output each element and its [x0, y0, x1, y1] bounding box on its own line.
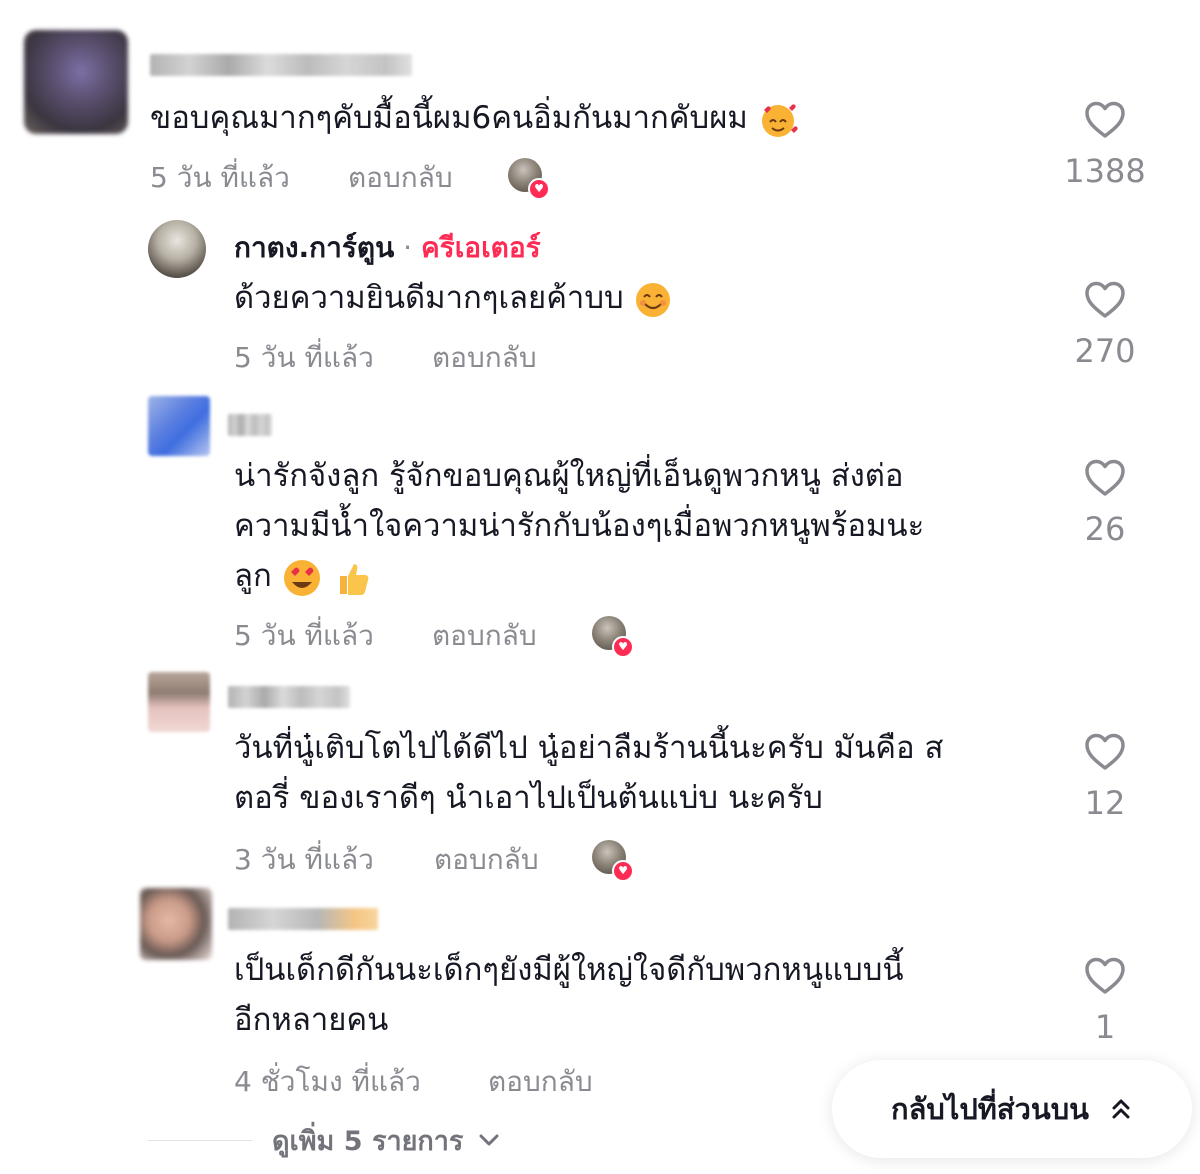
heart-icon[interactable]: [1083, 956, 1127, 996]
creator-badge: ครีเอเตอร์: [420, 231, 541, 264]
view-more-replies[interactable]: ดูเพิ่ม 5 รายการ: [148, 1120, 501, 1160]
smiling-face-icon: [635, 282, 670, 317]
back-to-top-button[interactable]: กลับไปที่ส่วนบน: [832, 1060, 1192, 1158]
like-count: 1: [1094, 1008, 1116, 1046]
comment-text-line: ลูก: [234, 550, 372, 602]
comment-header: กาตง.การ์ตูน · ครีเอเตอร์: [234, 226, 541, 270]
separator: ·: [403, 231, 413, 264]
chevron-down-icon: [479, 1134, 499, 1146]
comment-time: 5 วัน ที่แล้ว: [150, 161, 290, 194]
heart-icon[interactable]: [1083, 732, 1127, 772]
reply-button[interactable]: ตอบกลับ: [348, 156, 453, 200]
reply-button[interactable]: ตอบกลับ: [434, 838, 539, 882]
comment-time: 3 วัน ที่แล้ว: [234, 843, 374, 876]
view-more-label: ดูเพิ่ม 5 รายการ: [272, 1125, 464, 1157]
comment-text-line: เป็นเด็กดีกันนะเด็กๆยังมีผู้ใหญ่ใจดีกับพ…: [234, 952, 904, 988]
avatar[interactable]: [148, 396, 210, 456]
author-name[interactable]: กาตง.การ์ตูน: [234, 231, 394, 264]
heart-badge-icon: ♥: [612, 860, 634, 882]
like-count: 1388: [1064, 152, 1146, 190]
comment-time: 5 วัน ที่แล้ว: [234, 341, 374, 374]
comment-text-line: อีกหลายคน: [234, 1002, 389, 1038]
like-count: 26: [1084, 510, 1126, 548]
back-to-top-label: กลับไปที่ส่วนบน: [891, 1092, 1089, 1126]
comment-text: ขอบคุณมากๆคับมื้อนี้ผม6คนอิ่มกันมากคับผม: [150, 92, 798, 144]
blurred-username[interactable]: [228, 908, 378, 930]
reply-button[interactable]: ตอบกลับ: [432, 336, 537, 380]
reply-button[interactable]: ตอบกลับ: [432, 614, 537, 658]
comment-time: 4 ชั่วโมง ที่แล้ว: [234, 1065, 421, 1098]
comment-text: ด้วยความยินดีมากๆเลยค้าบบ: [234, 272, 672, 324]
comment-text-line: ตอรี่ ของเราดีๆ นำเอาไปเป็นต้นแบ่บ นะครั…: [234, 780, 823, 816]
heart-badge-icon: ♥: [528, 178, 550, 200]
double-chevron-up-icon: [1112, 1099, 1130, 1119]
comment-text-line: ความมีน้ำใจความน่ารักกับน้องๆเมื่อพวกหนู…: [234, 508, 925, 544]
heart-eyes-icon: [283, 559, 320, 596]
avatar[interactable]: [148, 220, 206, 278]
like-count: 12: [1084, 784, 1126, 822]
comment-text-line: น่ารักจังลูก รู้จักขอบคุณผู้ใหญ่ที่เอ็นด…: [234, 458, 904, 494]
avatar[interactable]: [140, 888, 212, 960]
blurred-username[interactable]: [228, 686, 350, 708]
avatar[interactable]: [24, 30, 128, 134]
smiling-face-with-hearts-icon: [761, 103, 798, 137]
divider-line: [148, 1139, 252, 1141]
reply-button[interactable]: ตอบกลับ: [488, 1060, 593, 1104]
blurred-username[interactable]: [150, 54, 412, 76]
comment-time: 5 วัน ที่แล้ว: [234, 619, 374, 652]
thumbs-up-icon: [339, 563, 368, 595]
heart-badge-icon: ♥: [612, 636, 634, 658]
heart-icon[interactable]: [1083, 458, 1127, 498]
comment-text-line: วันที่นู๋เติบโตไปได้ดีไป นู๋อย่าลืมร้านน…: [234, 730, 944, 766]
heart-icon[interactable]: [1083, 280, 1127, 320]
heart-icon[interactable]: [1083, 100, 1127, 140]
blurred-username[interactable]: [228, 414, 272, 436]
avatar[interactable]: [148, 672, 210, 732]
like-count: 270: [1074, 332, 1136, 370]
